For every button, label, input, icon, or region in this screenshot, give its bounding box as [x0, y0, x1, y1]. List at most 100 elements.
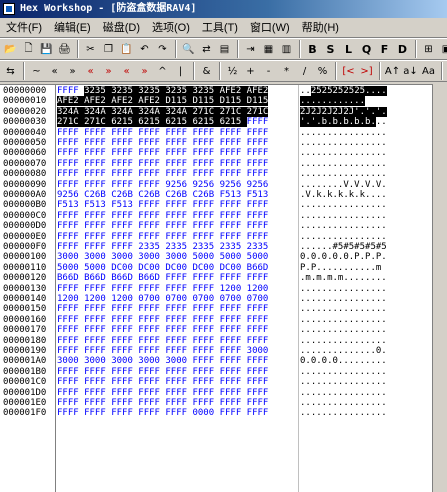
hex-word[interactable]: FFFF [84, 408, 111, 418]
ascii-text[interactable]: ................ [300, 200, 400, 210]
hex-word[interactable]: DC00 [220, 263, 247, 273]
hex-word[interactable]: FFFF [165, 408, 192, 418]
hex-word[interactable]: FFFF [57, 398, 84, 408]
hex-word[interactable]: FFFF [84, 169, 111, 179]
hex-row[interactable]: 00000030 271C 271C 6215 6215 6215 6215 62… [0, 117, 430, 128]
hex-word[interactable]: FFFF [84, 388, 111, 398]
hex-word[interactable]: FFFF [111, 377, 138, 387]
hex-word[interactable]: 3000 [165, 252, 192, 262]
hex-word[interactable]: FFFF [247, 200, 269, 210]
hex-word[interactable]: 3000 [57, 252, 84, 262]
hex-word[interactable]: 0700 [138, 294, 165, 304]
hex-word[interactable]: FFFF [165, 398, 192, 408]
hex-bytes[interactable]: FFFF FFFF FFFF FFFF FFFF FFFF FFFF FFFF [57, 221, 297, 231]
hex-bytes[interactable]: FFFF FFFF FFFF FFFF FFFF FFFF FFFF FFFF [57, 148, 297, 158]
hex-word[interactable]: FFFF [165, 211, 192, 221]
hex-word[interactable]: 2335 [192, 242, 219, 252]
hex-word[interactable]: FFFF [111, 284, 138, 294]
hex-word[interactable]: 1200 [57, 294, 84, 304]
hex-word[interactable]: FFFF [84, 336, 111, 346]
hex-row[interactable]: 000000B0 F513 F513 F513 FFFF FFFF FFFF FF… [0, 200, 430, 210]
hex-bytes[interactable]: FFFF FFFF FFFF FFFF FFFF FFFF FFFF FFFF [57, 367, 297, 377]
menu-item-5[interactable]: 窗口(W) [244, 18, 296, 37]
hex-bytes[interactable]: FFFF FFFF FFFF FFFF FFFF FFFF FFFF FFFF [57, 336, 297, 346]
hex-bytes[interactable]: FFFF FFFF FFFF FFFF FFFF FFFF FFFF FFFF [57, 232, 297, 242]
lowercase-icon[interactable]: a↓ [402, 62, 419, 80]
hex-word[interactable]: 9256 [247, 180, 269, 190]
hex-word[interactable]: FFFF [111, 388, 138, 398]
hex-word[interactable]: 5000 [220, 252, 247, 262]
hex-word[interactable]: FFFF [111, 128, 138, 138]
hex-word[interactable]: 5000 [84, 263, 111, 273]
hex-word[interactable]: FFFF [165, 346, 192, 356]
hex-word[interactable]: FFFF [165, 138, 192, 148]
hex-row[interactable]: 000001C0 FFFF FFFF FFFF FFFF FFFF FFFF FF… [0, 377, 430, 387]
hex-row[interactable]: 00000010 AFE2 AFE2 AFE2 AFE2 D115 D115 D1… [0, 96, 430, 107]
multiply-icon[interactable]: * [278, 62, 295, 80]
hex-bytes[interactable]: FFFF FFFF FFFF FFFF FFFF FFFF FFFF FFFF [57, 159, 297, 169]
hex-word[interactable]: FFFF [57, 377, 84, 387]
hex-word[interactable]: FFFF [84, 304, 111, 314]
hex-word[interactable]: FFFF [138, 232, 165, 242]
hex-bytes[interactable]: FFFF FFFF FFFF 2335 2335 2335 2335 2335 [57, 242, 297, 252]
hex-word[interactable]: FFFF [57, 284, 84, 294]
hex-word[interactable]: FFFF [165, 148, 192, 158]
menu-item-2[interactable]: 磁盘(D) [97, 18, 146, 37]
ascii-text[interactable]: ..............0. [300, 346, 400, 356]
hex-word[interactable]: FFFF [84, 284, 111, 294]
rotate-right-icon[interactable]: » [64, 62, 81, 80]
base-d-button[interactable]: D [394, 40, 411, 58]
ascii-text[interactable]: ................ [300, 325, 400, 335]
hex-word[interactable]: FFFF [220, 356, 247, 366]
hex-word[interactable]: FFFF [247, 377, 269, 387]
hex-word[interactable]: F513 [220, 190, 247, 200]
hex-word[interactable]: FFFF [247, 221, 269, 231]
hex-word[interactable]: FFFF [220, 315, 247, 325]
hex-row[interactable]: 000001A0 3000 3000 3000 3000 3000 FFFF FF… [0, 356, 430, 366]
hex-row[interactable]: 00000100 3000 3000 3000 3000 3000 5000 50… [0, 252, 430, 262]
hex-word[interactable]: 6215 [192, 117, 220, 128]
hex-row[interactable]: 00000140 1200 1200 1200 0700 0700 0700 07… [0, 294, 430, 304]
hex-word[interactable]: B66D [138, 273, 165, 283]
hex-bytes[interactable]: AFE2 AFE2 AFE2 AFE2 D115 D115 D115 D115 [57, 96, 297, 107]
hex-word[interactable]: FFFF [220, 221, 247, 231]
hex-word[interactable]: AFE2 [138, 96, 166, 107]
hex-word[interactable]: D115 [192, 96, 220, 107]
hex-word[interactable]: 3000 [165, 356, 192, 366]
hex-word[interactable]: FFFF [138, 200, 165, 210]
hex-word[interactable]: FFFF [192, 398, 219, 408]
rotate-right-red-icon[interactable]: » [136, 62, 153, 80]
hex-word[interactable]: 9256 [57, 190, 84, 200]
hex-word[interactable]: 3235 [111, 86, 139, 96]
hex-word[interactable]: FFFF [220, 159, 247, 169]
ascii-text[interactable]: ................ [300, 159, 400, 169]
hex-word[interactable]: FFFF [247, 304, 269, 314]
hex-row[interactable]: 00000170 FFFF FFFF FFFF FFFF FFFF FFFF FF… [0, 325, 430, 335]
base-b-button[interactable]: B [304, 40, 321, 58]
hex-word[interactable]: FFFF [84, 180, 111, 190]
ascii-text[interactable]: ................ [300, 232, 400, 242]
hex-word[interactable]: FFFF [192, 200, 219, 210]
hex-word[interactable]: DC00 [138, 263, 165, 273]
hex-word[interactable]: 3000 [138, 252, 165, 262]
hex-word[interactable]: FFFF [111, 325, 138, 335]
hex-row[interactable]: 00000090 FFFF FFFF FFFF FFFF 9256 9256 92… [0, 180, 430, 190]
hex-row[interactable]: 000000C0 FFFF FFFF FFFF FFFF FFFF FFFF FF… [0, 211, 430, 221]
hex-word[interactable]: B66D [84, 273, 111, 283]
hex-bytes[interactable]: 324A 324A 324A 324A 324A 271C 271C 271C [57, 106, 297, 117]
hex-word[interactable]: C26B [192, 190, 219, 200]
hex-word[interactable]: FFFF [138, 346, 165, 356]
hex-word[interactable]: FFFF [247, 336, 269, 346]
hex-word[interactable]: FFFF [57, 128, 84, 138]
checksum-icon[interactable]: ▥ [278, 40, 295, 58]
hex-word[interactable]: 5000 [247, 252, 269, 262]
menu-item-4[interactable]: 工具(T) [196, 18, 244, 37]
hex-word[interactable]: FFFF [111, 315, 138, 325]
hex-word[interactable]: 324A [165, 106, 193, 117]
hex-bytes[interactable]: FFFF FFFF FFFF FFFF FFFF FFFF 1200 1200 [57, 284, 297, 294]
hex-word[interactable]: DC00 [111, 263, 138, 273]
xor-icon[interactable]: ^ [154, 62, 171, 80]
hex-word[interactable]: FFFF [111, 408, 138, 418]
hex-word[interactable]: FFFF [192, 148, 219, 158]
hex-word[interactable]: 1200 [220, 284, 247, 294]
